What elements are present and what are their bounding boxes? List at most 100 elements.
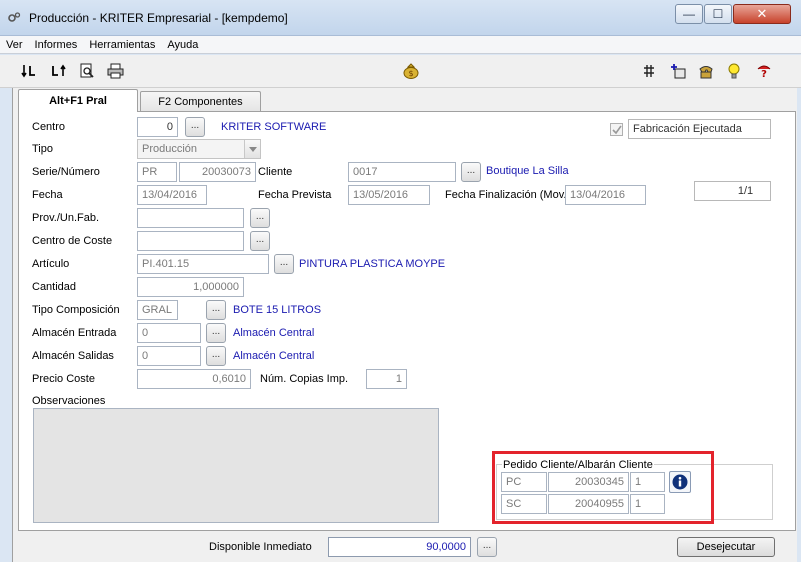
articulo-label: Artículo (32, 258, 70, 270)
tipo-label: Tipo (32, 143, 53, 155)
disponible-lookup-button[interactable]: ... (477, 537, 497, 557)
cliente-desc: Boutique La Silla (486, 165, 569, 177)
articulo-lookup-button[interactable]: ... (274, 254, 294, 274)
sort-down-button[interactable] (20, 63, 38, 79)
sort-up-button[interactable] (50, 63, 68, 79)
tipo-comp-field[interactable]: GRAL (137, 300, 178, 320)
alm-entrada-field[interactable]: 0 (137, 323, 201, 343)
copias-field[interactable]: 1 (366, 369, 407, 389)
client-area: Alt+F1 Pral F2 Componentes Centro 0 ... … (12, 88, 797, 562)
money-bag-button[interactable]: $ (402, 63, 420, 79)
menu-informes[interactable]: Informes (35, 39, 78, 51)
articulo-field[interactable]: PI.401.15 (137, 254, 269, 274)
alm-salidas-desc: Almacén Central (233, 350, 315, 362)
tipo-select[interactable]: Producción (137, 139, 261, 159)
alm-entrada-label: Almacén Entrada (32, 327, 117, 339)
bottom-bar: Disponible Inmediato 90,0000 ... Desejec… (13, 532, 798, 562)
lightbulb-button[interactable] (725, 63, 743, 79)
fecha-field[interactable]: 13/04/2016 (137, 185, 207, 205)
fecha-fin-field[interactable]: 13/04/2016 (565, 185, 646, 205)
centro-coste-label: Centro de Coste (32, 235, 113, 247)
phone-icon (699, 65, 713, 78)
centro-desc: KRITER SOFTWARE (221, 121, 327, 133)
menu-bar: Ver Informes Herramientas Ayuda (0, 36, 801, 54)
articulo-desc: PINTURA PLASTICA MOYPE (299, 258, 446, 270)
print-icon (107, 63, 123, 79)
desejecutar-button[interactable]: Desejecutar (677, 537, 775, 557)
centro-lookup-button[interactable]: ... (185, 117, 205, 137)
chevron-down-icon (248, 146, 257, 152)
title-bar: Producción - KRITER Empresarial - [kempd… (0, 0, 801, 36)
window-title: Producción - KRITER Empresarial - [kempd… (29, 11, 288, 25)
fabricacion-label: Fabricación Ejecutada (628, 119, 771, 139)
centro-coste-lookup-button[interactable]: ... (250, 231, 270, 251)
fabricacion-checkbox[interactable] (610, 123, 623, 136)
money-bag-icon: $ (403, 63, 419, 79)
app-gear-icon (8, 12, 21, 22)
cliente-label: Cliente (258, 166, 293, 178)
cantidad-field[interactable]: 1,000000 (137, 277, 244, 297)
disponible-label: Disponible Inmediato (209, 541, 312, 553)
highlight-box (492, 451, 714, 524)
record-pager: 1/1 (694, 181, 771, 201)
checkmark-icon (611, 125, 622, 134)
tipo-comp-desc: BOTE 15 LITROS (233, 304, 322, 316)
serie-field[interactable]: PR (137, 162, 177, 182)
observaciones-textarea[interactable] (33, 408, 439, 523)
menu-ayuda[interactable]: Ayuda (167, 39, 198, 51)
tab-componentes[interactable]: F2 Componentes (140, 91, 261, 112)
add-item-icon (671, 64, 686, 79)
svg-text:$: $ (408, 69, 413, 78)
grid-button[interactable] (640, 63, 658, 79)
alm-entrada-desc: Almacén Central (233, 327, 315, 339)
help-button[interactable]: ? (755, 63, 773, 79)
alm-salidas-label: Almacén Salidas (32, 350, 114, 362)
grid-icon (644, 65, 654, 77)
help-icon: ? (757, 65, 771, 79)
fecha-fin-label: Fecha Finalización (Mov. (445, 189, 567, 201)
prov-lookup-button[interactable]: ... (250, 208, 270, 228)
tipo-comp-label: Tipo Composición (32, 304, 120, 316)
fecha-label: Fecha (32, 189, 63, 201)
disponible-field: 90,0000 (328, 537, 471, 557)
toolbar: $ ? (0, 55, 801, 88)
observaciones-label: Observaciones (32, 395, 106, 407)
sort-down-icon (21, 65, 35, 78)
numero-field[interactable]: 20030073 (179, 162, 256, 182)
precio-label: Precio Coste (32, 373, 95, 385)
menu-herramientas[interactable]: Herramientas (89, 39, 155, 51)
lightbulb-icon (728, 63, 740, 79)
svg-text:?: ? (761, 69, 767, 79)
menu-ver[interactable]: Ver (6, 39, 23, 51)
tab-pral[interactable]: Alt+F1 Pral (18, 89, 138, 112)
alm-salidas-field[interactable]: 0 (137, 346, 201, 366)
cantidad-label: Cantidad (32, 281, 77, 293)
alm-salidas-lookup-button[interactable]: ... (206, 346, 226, 366)
fecha-prevista-field[interactable]: 13/05/2016 (348, 185, 430, 205)
tipo-comp-lookup-button[interactable]: ... (206, 300, 226, 320)
centro-label: Centro (32, 121, 66, 133)
print-button[interactable] (106, 63, 124, 79)
phone-button[interactable] (697, 63, 715, 79)
print-preview-icon (80, 63, 94, 78)
minimize-button[interactable]: — (675, 4, 703, 24)
print-preview-button[interactable] (78, 63, 96, 79)
fecha-prevista-label: Fecha Prevista (258, 189, 332, 201)
tipo-value: Producción (142, 143, 198, 155)
main-panel: Centro 0 ... KRITER SOFTWARE Fabricación… (18, 111, 796, 531)
cliente-lookup-button[interactable]: ... (461, 162, 481, 182)
tipo-dropdown-arrow[interactable] (244, 140, 260, 158)
centro-coste-field[interactable] (137, 231, 244, 251)
close-button[interactable]: ✕ (733, 4, 791, 24)
prov-label: Prov./Un.Fab. (32, 212, 100, 224)
precio-field[interactable]: 0,6010 (137, 369, 251, 389)
prov-field[interactable] (137, 208, 244, 228)
centro-field[interactable]: 0 (137, 117, 178, 137)
serie-label: Serie/Número (32, 166, 100, 178)
alm-entrada-lookup-button[interactable]: ... (206, 323, 226, 343)
add-item-button[interactable] (669, 63, 687, 79)
maximize-button[interactable]: ☐ (704, 4, 732, 24)
copias-label: Núm. Copias Imp. (260, 373, 349, 385)
cliente-field[interactable]: 0017 (348, 162, 456, 182)
sort-up-icon (52, 64, 66, 76)
